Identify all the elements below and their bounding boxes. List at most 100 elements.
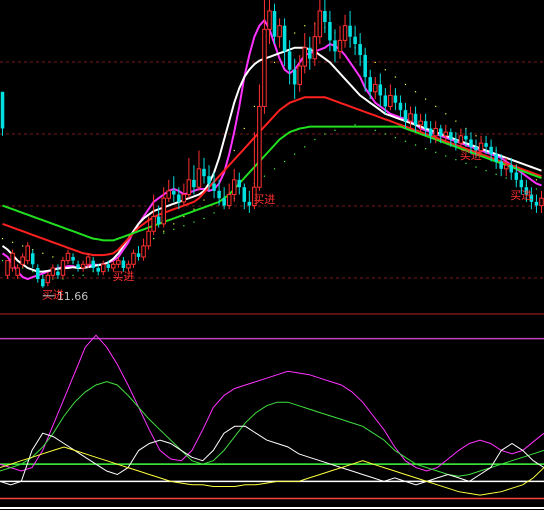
candle-body-down xyxy=(333,40,337,52)
low-price-label: 11.66 xyxy=(57,290,89,303)
dotted-point-1 xyxy=(324,133,326,135)
candle-body-down xyxy=(121,260,126,268)
candle-body-down xyxy=(212,183,216,191)
dotted-point-0 xyxy=(22,245,24,247)
candle-body-down xyxy=(36,267,40,279)
candle-body-up xyxy=(342,25,348,41)
candle-body-up xyxy=(50,267,56,276)
dotted-point-1 xyxy=(82,274,84,276)
indicator-line-1 xyxy=(0,381,544,477)
dotted-point-1 xyxy=(535,188,538,190)
candle-body-down xyxy=(413,113,418,125)
candle-body-down xyxy=(0,91,5,129)
candle-body-up xyxy=(141,245,146,258)
candle-body-up xyxy=(161,197,166,225)
candle-body-down xyxy=(91,260,95,268)
candle-body-down xyxy=(514,172,519,180)
dotted-point-1 xyxy=(304,146,306,148)
candle-body-down xyxy=(192,179,196,188)
candle-body-down xyxy=(363,55,367,78)
dotted-point-0 xyxy=(425,98,427,100)
candle-body-down xyxy=(449,132,453,140)
dotted-point-1 xyxy=(475,166,477,168)
dotted-point-1 xyxy=(193,221,195,223)
dotted-point-0 xyxy=(193,208,195,210)
dotted-point-0 xyxy=(404,83,407,86)
candle-body-up xyxy=(539,197,544,207)
candle-body-up xyxy=(186,179,192,196)
candle-body-down xyxy=(272,11,277,37)
dotted-point-1 xyxy=(32,271,34,273)
candle-body-up xyxy=(337,39,343,52)
candle-body-up xyxy=(458,135,464,144)
candle-body-down xyxy=(348,25,352,37)
candle-body-down xyxy=(136,253,141,257)
dotted-point-0 xyxy=(445,113,447,115)
dotted-point-0 xyxy=(42,252,44,254)
candle-body-up xyxy=(126,263,131,269)
candle-body-down xyxy=(76,264,80,268)
candle-body-down xyxy=(534,201,539,206)
dotted-point-1 xyxy=(384,133,386,135)
dotted-point-1 xyxy=(163,232,165,234)
candle-body-down xyxy=(177,194,181,202)
dotted-point-1 xyxy=(354,124,356,126)
dotted-point-0 xyxy=(304,25,306,27)
candle-body-down xyxy=(464,135,468,140)
dotted-point-0 xyxy=(273,61,276,63)
candle-body-up xyxy=(146,230,151,247)
candle-body-down xyxy=(237,179,242,188)
candle-body-down xyxy=(207,176,211,184)
candle-body-up xyxy=(196,168,202,188)
dotted-point-1 xyxy=(273,168,276,170)
dotted-point-0 xyxy=(233,149,235,152)
dotted-point-0 xyxy=(52,256,54,258)
candle-body-down xyxy=(509,165,514,173)
dotted-point-0 xyxy=(294,32,296,34)
candle-body-up xyxy=(226,194,232,207)
candle-body-down xyxy=(423,121,428,129)
candle-body-up xyxy=(418,120,423,126)
dotted-point-0 xyxy=(173,223,175,225)
candle-body-down xyxy=(353,36,357,45)
buy-signal-label: 买进 xyxy=(253,193,275,206)
candle-body-down xyxy=(398,102,403,111)
main-grid xyxy=(0,61,544,315)
candle-body-down xyxy=(454,139,458,144)
candle-body-down xyxy=(438,128,443,136)
dotted-point-1 xyxy=(183,225,185,227)
dotted-point-1 xyxy=(1,260,4,262)
buy-signal-label: 买进 xyxy=(460,149,482,162)
candle-body-down xyxy=(71,256,75,261)
dotted-point-0 xyxy=(394,76,397,78)
dotted-point-1 xyxy=(203,217,205,219)
candle-body-up xyxy=(317,10,323,38)
candle-body-down xyxy=(383,95,388,107)
ma-line-2 xyxy=(2,96,542,257)
dotted-point-1 xyxy=(435,151,437,153)
dotted-point-1 xyxy=(425,148,427,150)
dotted-point-0 xyxy=(384,69,386,71)
candle-body-up xyxy=(65,252,71,262)
dotted-point-1 xyxy=(153,237,155,240)
candle-body-down xyxy=(469,139,473,147)
candle-body-up xyxy=(302,47,308,67)
dotted-point-1 xyxy=(314,138,316,141)
dotted-point-1 xyxy=(495,173,497,175)
dotted-point-1 xyxy=(72,274,74,276)
candle-body-up xyxy=(372,83,378,93)
candle-body-down xyxy=(242,187,247,202)
candle-body-down xyxy=(484,143,488,147)
stock-chart: 买进买进买进买进买进 11.66 xyxy=(0,0,544,509)
candle-body-up xyxy=(503,164,509,170)
candle-body-down xyxy=(378,84,383,96)
candle-body-up xyxy=(85,256,91,265)
candle-body-down xyxy=(489,146,493,155)
dotted-point-0 xyxy=(183,215,185,218)
candle-body-up xyxy=(408,113,413,122)
candle-body-up xyxy=(45,274,51,284)
candle-body-up xyxy=(443,131,449,137)
candle-body-down xyxy=(328,22,332,41)
candle-body-down xyxy=(519,179,524,188)
dotted-point-0 xyxy=(253,105,255,108)
